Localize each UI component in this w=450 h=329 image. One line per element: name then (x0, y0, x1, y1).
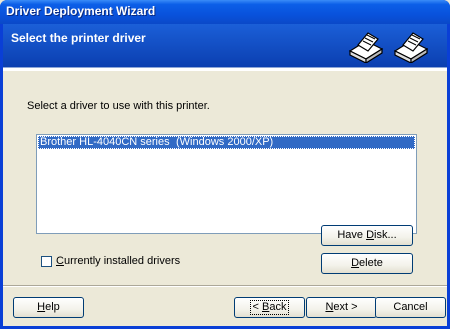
instruction-text: Select a driver to use with this printer… (27, 100, 210, 112)
delete-button[interactable]: Delete (321, 253, 413, 274)
driver-list[interactable]: Brother HL-4040CN series (Windows 2000/X… (36, 134, 417, 234)
next-button[interactable]: Next > (306, 297, 377, 318)
driver-platform: (Windows 2000/XP) (176, 136, 274, 148)
driver-name: Brother HL-4040CN series (40, 136, 170, 148)
help-button[interactable]: Help (13, 297, 84, 318)
installed-drivers-checkbox[interactable] (41, 256, 52, 267)
printer-icon (393, 32, 429, 63)
footer-separator (3, 285, 447, 287)
cancel-button[interactable]: Cancel (375, 297, 446, 318)
printer-icon (348, 32, 384, 63)
wizard-header: Select the printer driver (3, 24, 447, 68)
title-bar[interactable]: Driver Deployment Wizard (0, 0, 450, 24)
wizard-window: Driver Deployment Wizard Select the prin… (0, 0, 450, 329)
header-title: Select the printer driver (11, 31, 146, 45)
have-disk-button[interactable]: Have Disk... (321, 225, 413, 246)
window-title: Driver Deployment Wizard (6, 4, 156, 18)
checkbox-label[interactable]: Currently installed drivers (56, 255, 180, 267)
header-divider (3, 68, 447, 71)
dialog-client-area: Select the printer driver Select a drive… (3, 24, 447, 326)
list-item[interactable]: Brother HL-4040CN series (Windows 2000/X… (38, 136, 415, 149)
focus-indicator: < Back (249, 300, 290, 315)
back-button[interactable]: < Back (234, 297, 305, 318)
